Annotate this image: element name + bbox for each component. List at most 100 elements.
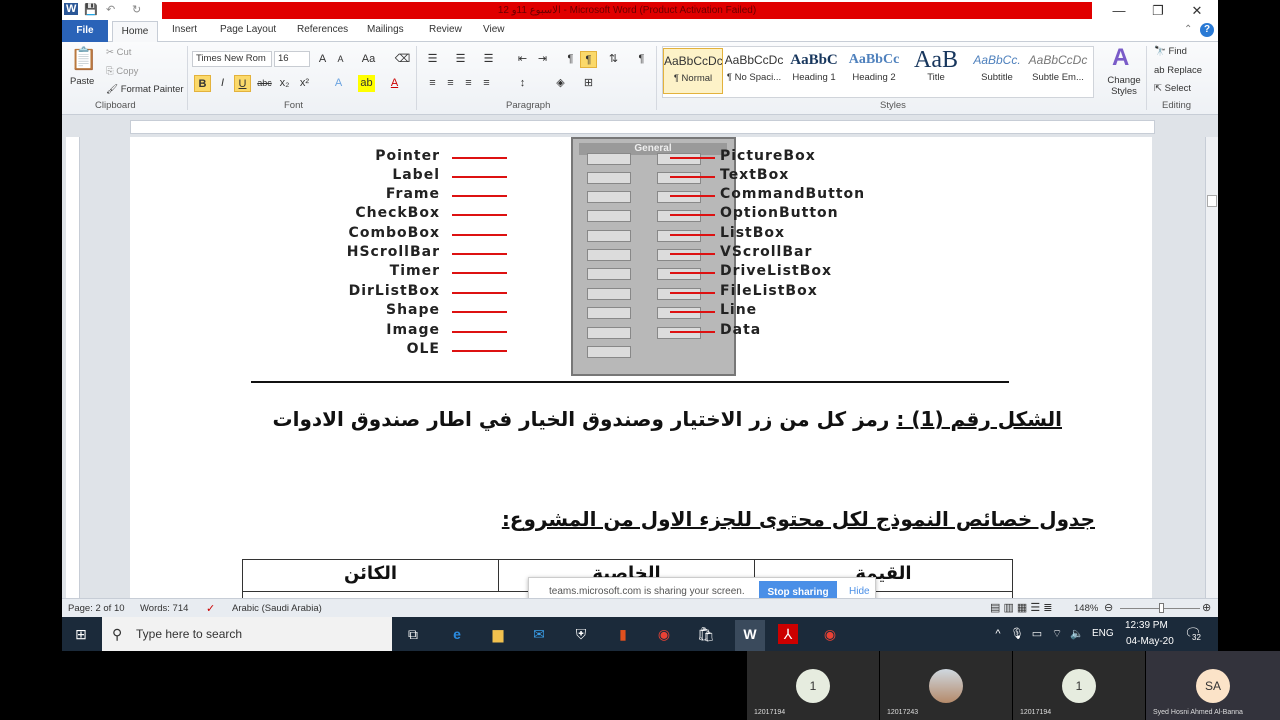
- participant-tile[interactable]: 1 12017194: [747, 651, 879, 720]
- replace-button[interactable]: ab Replace: [1154, 65, 1202, 76]
- vertical-ruler[interactable]: [66, 137, 80, 598]
- restore-button[interactable]: ❐: [1143, 3, 1173, 19]
- horizontal-ruler[interactable]: [130, 120, 1155, 134]
- participant-tile[interactable]: 12017243: [880, 651, 1012, 720]
- tray-chevron-icon[interactable]: ^: [988, 624, 1008, 644]
- format-painter-button[interactable]: 🖌 Format Painter: [106, 84, 184, 95]
- zoom-in-icon[interactable]: ⊕: [1202, 601, 1211, 614]
- tab-file[interactable]: File: [62, 20, 108, 42]
- tab-mailings[interactable]: Mailings: [367, 24, 404, 35]
- style-title[interactable]: AaB Title: [906, 48, 966, 94]
- taskbar-search[interactable]: ⚲ Type here to search: [102, 617, 392, 651]
- ltr-icon[interactable]: ¶: [562, 51, 579, 68]
- start-icon[interactable]: ⊞: [71, 624, 91, 644]
- tab-insert[interactable]: Insert: [172, 24, 197, 35]
- font-size-select[interactable]: 16: [274, 51, 310, 67]
- font-name-select[interactable]: Times New Rom: [192, 51, 272, 67]
- task-view-icon[interactable]: ⧉: [403, 624, 423, 644]
- strikethrough-button[interactable]: abc: [256, 75, 273, 92]
- undo-icon[interactable]: ↶: [106, 3, 115, 16]
- tab-view[interactable]: View: [483, 24, 505, 35]
- microphone-icon[interactable]: 🎙: [1007, 624, 1027, 644]
- underline-button[interactable]: U: [234, 75, 251, 92]
- text-effects-icon[interactable]: A: [330, 75, 347, 92]
- clear-format-icon[interactable]: ⌫: [394, 51, 411, 68]
- increase-indent-icon[interactable]: ⇥: [534, 51, 551, 68]
- tab-home[interactable]: Home: [112, 21, 158, 43]
- shading-icon[interactable]: ◈: [552, 75, 569, 92]
- line-spacing-icon[interactable]: ↕: [514, 75, 531, 92]
- align-right-icon[interactable]: ≡: [460, 75, 477, 92]
- show-marks-icon[interactable]: ¶: [633, 51, 650, 68]
- change-case-icon[interactable]: Aa: [360, 51, 377, 68]
- style-no-spacing[interactable]: AaBbCcDc ¶ No Spaci...: [724, 48, 784, 94]
- tab-page-layout[interactable]: Page Layout: [220, 24, 276, 35]
- edge-icon[interactable]: e: [447, 624, 467, 644]
- proofing-icon[interactable]: ✓: [206, 602, 215, 615]
- file-explorer-icon[interactable]: ▆: [488, 624, 508, 644]
- superscript-button[interactable]: x²: [296, 75, 313, 92]
- shrink-font-icon[interactable]: A: [332, 51, 349, 68]
- copy-button[interactable]: ⎘ Copy: [106, 66, 138, 77]
- highlight-icon[interactable]: ab: [358, 75, 375, 92]
- language[interactable]: Arabic (Saudi Arabia): [232, 603, 322, 614]
- chrome-icon-2[interactable]: ◉: [820, 624, 840, 644]
- style-subtle-emphasis[interactable]: AaBbCcDc Subtle Em...: [1028, 48, 1088, 94]
- sort-icon[interactable]: ⇅: [605, 51, 622, 68]
- clock-time[interactable]: 12:39 PM: [1125, 620, 1168, 631]
- font-color-icon[interactable]: A: [386, 75, 403, 92]
- wifi-icon[interactable]: ⌔: [1047, 624, 1067, 644]
- zoom-out-icon[interactable]: ⊖: [1104, 601, 1113, 614]
- numbering-icon[interactable]: ☰: [452, 51, 469, 68]
- close-button[interactable]: ✕: [1182, 3, 1212, 19]
- find-button[interactable]: 🔭 Find: [1154, 46, 1187, 57]
- zoom-slider-thumb[interactable]: [1159, 603, 1164, 613]
- word-count[interactable]: Words: 714: [140, 603, 188, 614]
- chrome-icon[interactable]: ◉: [654, 624, 674, 644]
- align-center-icon[interactable]: ≡: [442, 75, 459, 92]
- paste-icon[interactable]: 📋: [70, 46, 97, 72]
- input-language[interactable]: ENG: [1092, 628, 1114, 639]
- mail-icon[interactable]: ✉: [529, 624, 549, 644]
- select-button[interactable]: ⇱ Select: [1154, 83, 1191, 94]
- subscript-button[interactable]: x₂: [276, 75, 293, 92]
- cut-button[interactable]: ✂ Cut: [106, 47, 131, 58]
- help-icon[interactable]: ?: [1200, 23, 1214, 37]
- store-icon[interactable]: 🛍: [696, 624, 716, 644]
- rtl-icon[interactable]: ¶: [580, 51, 597, 68]
- change-styles-button[interactable]: Change Styles: [1106, 75, 1142, 97]
- volume-icon[interactable]: 🔈: [1067, 624, 1087, 644]
- vertical-scrollbar[interactable]: [1205, 137, 1218, 598]
- zoom-level[interactable]: 148%: [1074, 603, 1098, 614]
- hide-button[interactable]: Hide: [849, 586, 870, 597]
- bold-button[interactable]: B: [194, 75, 211, 92]
- decrease-indent-icon[interactable]: ⇤: [514, 51, 531, 68]
- style-subtitle[interactable]: AaBbCc. Subtitle: [967, 48, 1027, 94]
- bullets-icon[interactable]: ☰: [424, 51, 441, 68]
- participant-tile[interactable]: 1 12017194: [1013, 651, 1145, 720]
- acrobat-icon[interactable]: ⅄: [778, 624, 798, 644]
- grow-font-icon[interactable]: A: [314, 51, 331, 68]
- style-heading-2[interactable]: AaBbCc Heading 2: [844, 48, 904, 94]
- participant-tile[interactable]: SA Syed Hosni Ahmed Al-Banna: [1146, 651, 1280, 720]
- security-icon[interactable]: ⛨: [571, 624, 591, 644]
- justify-icon[interactable]: ≡: [478, 75, 495, 92]
- view-buttons[interactable]: ▤ ▥ ▦ ☰ ≣: [990, 601, 1052, 614]
- battery-icon[interactable]: ▭: [1027, 624, 1047, 644]
- change-styles-icon[interactable]: A: [1112, 44, 1129, 72]
- save-icon[interactable]: 💾: [84, 3, 98, 16]
- page-count[interactable]: Page: 2 of 10: [68, 603, 125, 614]
- document-page[interactable]: General الشكل رقم (1) : رمز كل من زر الا…: [130, 137, 1152, 599]
- tab-review[interactable]: Review: [429, 24, 462, 35]
- minimize-button[interactable]: —: [1104, 3, 1134, 18]
- style-normal[interactable]: AaBbCcDc ¶ Normal: [663, 48, 723, 94]
- tab-references[interactable]: References: [297, 24, 348, 35]
- collapse-ribbon-icon[interactable]: ⌃: [1184, 24, 1192, 35]
- italic-button[interactable]: I: [214, 75, 231, 92]
- borders-icon[interactable]: ⊞: [580, 75, 597, 92]
- multilevel-list-icon[interactable]: ☰: [480, 51, 497, 68]
- clock-date[interactable]: 04-May-20: [1126, 636, 1174, 647]
- align-left-icon[interactable]: ≡: [424, 75, 441, 92]
- word-taskbar-icon[interactable]: W: [735, 620, 765, 651]
- style-heading-1[interactable]: AaBbC Heading 1: [784, 48, 844, 94]
